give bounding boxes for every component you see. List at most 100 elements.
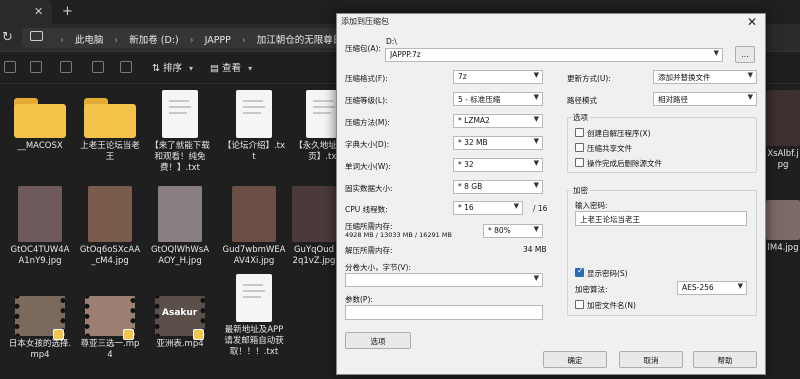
method-combo[interactable]: * LZMA2 ▼ bbox=[453, 114, 543, 128]
breadcrumb-item[interactable]: JAPPP bbox=[205, 35, 231, 46]
paste-icon[interactable] bbox=[30, 61, 42, 73]
file-item[interactable]: 日本女孩的选择.mp4 bbox=[8, 296, 72, 361]
word-combo[interactable]: * 32 ▼ bbox=[453, 158, 543, 172]
chevron-down-icon: ▾ bbox=[248, 64, 253, 73]
password-input[interactable]: 上老王论坛当老王 bbox=[575, 211, 747, 226]
new-icon[interactable] bbox=[4, 61, 16, 73]
show-password-checkbox[interactable] bbox=[575, 266, 584, 277]
split-label: 分卷大小，字节(V): bbox=[345, 263, 412, 272]
path-mode-combo[interactable]: 相对路径 ▼ bbox=[653, 92, 757, 106]
breadcrumb-item[interactable]: 加江朝仓的无限尊日 bbox=[257, 35, 343, 46]
browse-button[interactable]: ... bbox=[735, 46, 755, 63]
chevron-down-icon: ▼ bbox=[533, 274, 539, 282]
close-icon[interactable]: ✕ bbox=[747, 15, 757, 29]
threads-combo[interactable]: * 16 ▼ bbox=[453, 201, 523, 215]
file-item[interactable]: 上老王论坛当老王 bbox=[78, 96, 142, 163]
encrypt-names-checkbox[interactable] bbox=[575, 300, 584, 309]
cancel-button[interactable]: 取消 bbox=[619, 351, 683, 368]
word-value: * 32 bbox=[458, 160, 474, 169]
file-name: 【来了就能下载和观看！纯免费！】.txt bbox=[150, 141, 210, 173]
encryption-method-combo[interactable]: AES-256 ▼ bbox=[677, 281, 747, 295]
threads-label: CPU 线程数: bbox=[345, 205, 388, 214]
text-file-icon bbox=[236, 90, 272, 138]
explorer-tab[interactable]: ✕ bbox=[0, 0, 52, 24]
file-item[interactable]: GtOq6oSXcAA_cM4.jpg bbox=[78, 186, 142, 267]
memory-percent-combo[interactable]: * 80% ▼ bbox=[483, 224, 543, 238]
file-item[interactable]: GtOQlWhWsAAOY_H.jpg bbox=[148, 186, 212, 267]
breadcrumb[interactable]: › 此电脑 › 新加卷 (D:) › JAPPP › 加江朝仓的无限尊日 bbox=[22, 28, 362, 48]
format-combo[interactable]: 7z ▼ bbox=[453, 70, 543, 84]
file-item[interactable]: GuYqOud2q1vZ.jpg bbox=[292, 186, 336, 267]
options-button[interactable]: 选项 bbox=[345, 332, 411, 349]
add-to-archive-dialog: 添加到压缩包 ✕ 压缩包(A): D:\ JAPPP.7z ▼ ... 压缩格式… bbox=[336, 13, 766, 375]
file-name: 上老王论坛当老王 bbox=[80, 141, 140, 162]
image-thumbnail bbox=[158, 186, 202, 242]
file-item[interactable]: lM4.jpg bbox=[766, 200, 800, 254]
level-value: 5 - 标准压缩 bbox=[458, 95, 501, 104]
file-item[interactable]: 最新地址及APP请发邮箱自动获取！！！.txt bbox=[222, 274, 286, 358]
path-mode-label: 路径模式 bbox=[567, 96, 597, 105]
shared-checkbox[interactable] bbox=[575, 143, 584, 152]
archive-name-combo[interactable]: JAPPP.7z ▼ bbox=[385, 48, 723, 62]
delete-icon[interactable] bbox=[120, 61, 132, 73]
image-thumbnail bbox=[88, 186, 132, 242]
dictionary-label: 字典大小(D): bbox=[345, 140, 390, 149]
add-tab-icon[interactable]: + bbox=[62, 4, 73, 19]
password-label: 输入密码: bbox=[575, 201, 608, 210]
sort-button[interactable]: ⇅ 排序 ▾ bbox=[152, 60, 193, 74]
method-value: * LZMA2 bbox=[458, 116, 490, 125]
file-name: lM4.jpg bbox=[767, 243, 799, 253]
chevron-down-icon: ▼ bbox=[533, 181, 539, 189]
file-item[interactable]: 【论坛介绍】.txt bbox=[222, 90, 286, 163]
file-item[interactable]: __MACOSX bbox=[8, 96, 72, 152]
file-name: GtOq6oSXcAA_cM4.jpg bbox=[79, 245, 141, 266]
help-button[interactable]: 帮助 bbox=[693, 351, 757, 368]
level-combo[interactable]: 5 - 标准压缩 ▼ bbox=[453, 92, 543, 106]
video-thumbnail bbox=[85, 296, 135, 340]
video-thumbnail bbox=[15, 296, 65, 340]
format-label: 压缩格式(F): bbox=[345, 74, 388, 83]
file-name: XsAlbf.jpg bbox=[767, 149, 799, 170]
file-name: 亚洲表.mp4 bbox=[156, 339, 204, 349]
file-item[interactable]: 尊亚三选一.mp4 bbox=[78, 296, 142, 361]
file-item[interactable]: Asakur 亚洲表.mp4 bbox=[148, 296, 212, 350]
threads-value: * 16 bbox=[458, 203, 474, 212]
solid-label: 固实数据大小: bbox=[345, 184, 393, 193]
file-item[interactable]: Gud7wbmWEAAV4Xi.jpg bbox=[222, 186, 286, 267]
video-badge-icon bbox=[53, 329, 64, 340]
text-file-icon bbox=[162, 90, 198, 138]
share-icon[interactable] bbox=[92, 61, 104, 73]
update-value: 添加并替换文件 bbox=[658, 73, 711, 82]
chevron-down-icon: ▼ bbox=[747, 93, 753, 101]
file-item[interactable]: XsAlbf.jpg bbox=[766, 90, 800, 171]
view-label: 查看 bbox=[222, 63, 242, 74]
update-combo[interactable]: 添加并替换文件 ▼ bbox=[653, 70, 757, 84]
refresh-icon[interactable]: ↻ bbox=[2, 30, 13, 45]
view-button[interactable]: ▤ 查看 ▾ bbox=[210, 60, 252, 74]
ok-button[interactable]: 确定 bbox=[543, 351, 607, 368]
chevron-down-icon: ▼ bbox=[533, 159, 539, 167]
split-combo[interactable]: ▼ bbox=[345, 273, 543, 287]
delete-source-checkbox[interactable] bbox=[575, 158, 584, 167]
chevron-right-icon: › bbox=[241, 35, 246, 46]
close-icon[interactable]: ✕ bbox=[34, 5, 43, 18]
memory-percent-value: * 80% bbox=[488, 226, 511, 235]
view-icon: ▤ bbox=[210, 63, 219, 74]
archive-label: 压缩包(A): bbox=[345, 44, 382, 53]
breadcrumb-item[interactable]: 此电脑 bbox=[75, 35, 104, 46]
file-item[interactable]: 【来了就能下载和观看！纯免费！】.txt bbox=[148, 90, 212, 174]
chevron-down-icon: ▼ bbox=[713, 49, 719, 57]
solid-combo[interactable]: * 8 GB ▼ bbox=[453, 180, 543, 194]
archive-path: D:\ bbox=[386, 37, 397, 46]
params-label: 参数(P): bbox=[345, 295, 373, 304]
dialog-title: 添加到压缩包 bbox=[341, 17, 389, 26]
params-input[interactable] bbox=[345, 305, 543, 320]
image-thumbnail bbox=[292, 186, 336, 242]
dictionary-combo[interactable]: * 32 MB ▼ bbox=[453, 136, 543, 150]
sfx-checkbox[interactable] bbox=[575, 128, 584, 137]
file-item[interactable]: GtOC4TUW4AA1nY9.jpg bbox=[8, 186, 72, 267]
file-name: 【论坛介绍】.txt bbox=[222, 141, 286, 162]
rename-icon[interactable] bbox=[60, 61, 72, 73]
password-value: 上老王论坛当老王 bbox=[580, 215, 640, 224]
breadcrumb-item[interactable]: 新加卷 (D:) bbox=[129, 35, 178, 46]
